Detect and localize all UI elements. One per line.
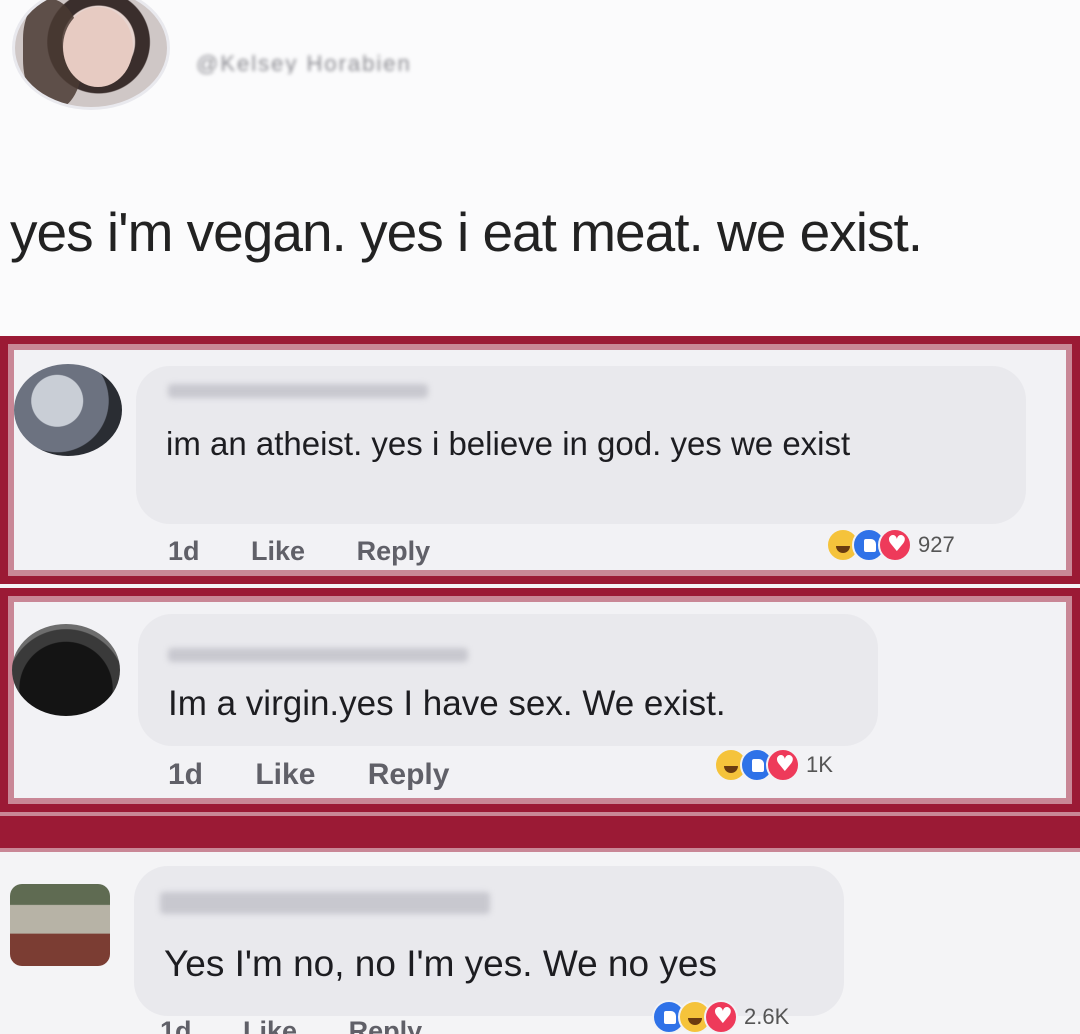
like-button[interactable]: Like bbox=[251, 536, 305, 566]
reaction-summary[interactable]: 1K bbox=[714, 748, 833, 782]
comment-3: Yes I'm no, no I'm yes. We no yes 1d Lik… bbox=[0, 852, 1080, 1034]
reaction-count: 927 bbox=[918, 532, 955, 557]
post-author-handle[interactable]: @Kelsey Horabien bbox=[196, 54, 596, 74]
comment-actions: 1d Like Reply bbox=[168, 758, 493, 792]
comment-actions: 1d Like Reply bbox=[160, 1016, 466, 1034]
reply-button[interactable]: Reply bbox=[368, 758, 450, 791]
commenter-name-redacted bbox=[168, 384, 428, 398]
commenter-avatar[interactable] bbox=[14, 364, 122, 456]
comment-text: Yes I'm no, no I'm yes. We no yes bbox=[164, 943, 717, 984]
reply-button[interactable]: Reply bbox=[357, 536, 431, 566]
comment-actions: 1d Like Reply bbox=[168, 536, 474, 567]
comment-text: Im a virgin.yes I have sex. We exist. bbox=[168, 684, 726, 723]
comment-bubble bbox=[138, 614, 878, 746]
post-author-avatar[interactable] bbox=[12, 0, 170, 110]
comment-2: Im a virgin.yes I have sex. We exist. 1d… bbox=[0, 588, 1080, 812]
commenter-avatar[interactable] bbox=[10, 884, 110, 966]
comment-bubble bbox=[134, 866, 844, 1016]
love-icon bbox=[766, 748, 800, 782]
comment-text: im an atheist. yes i believe in god. yes… bbox=[166, 425, 851, 462]
love-icon bbox=[704, 1000, 738, 1034]
like-button[interactable]: Like bbox=[243, 1016, 297, 1034]
reply-button[interactable]: Reply bbox=[349, 1016, 423, 1034]
reaction-summary[interactable]: 927 bbox=[826, 528, 955, 562]
commenter-avatar[interactable] bbox=[12, 624, 120, 716]
post-text: yes i'm vegan. yes i eat meat. we exist. bbox=[10, 201, 923, 263]
comment-1: im an atheist. yes i believe in god. yes… bbox=[0, 336, 1080, 584]
like-button[interactable]: Like bbox=[255, 758, 315, 791]
original-post: @Kelsey Horabien yes i'm vegan. yes i ea… bbox=[0, 0, 1080, 336]
comment-time: 1d bbox=[168, 536, 200, 566]
comment-time: 1d bbox=[160, 1016, 192, 1034]
section-divider bbox=[0, 812, 1080, 852]
comment-time: 1d bbox=[168, 758, 204, 791]
commenter-name-redacted bbox=[168, 648, 468, 662]
love-icon bbox=[878, 528, 912, 562]
reaction-summary[interactable]: 2.6K bbox=[652, 1000, 789, 1034]
reaction-count: 1K bbox=[806, 752, 833, 777]
commenter-name-redacted bbox=[160, 892, 490, 914]
avatar-face bbox=[63, 7, 133, 87]
reaction-count: 2.6K bbox=[744, 1004, 790, 1029]
